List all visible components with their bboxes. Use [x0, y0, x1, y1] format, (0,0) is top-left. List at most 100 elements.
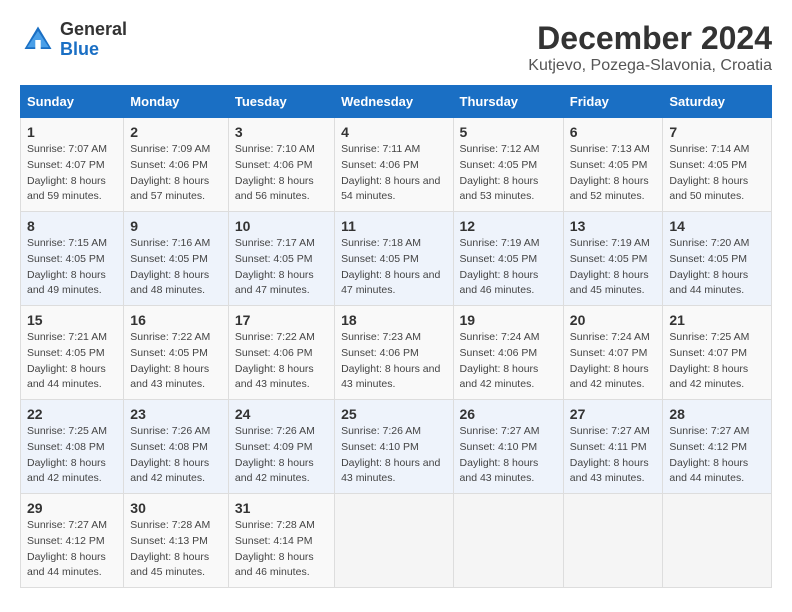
day-info: Sunrise: 7:12 AMSunset: 4:05 PMDaylight:… [460, 142, 557, 205]
calendar-cell: 1 Sunrise: 7:07 AMSunset: 4:07 PMDaylight… [21, 118, 124, 212]
day-info: Sunrise: 7:27 AMSunset: 4:12 PMDaylight:… [27, 518, 117, 581]
calendar-cell: 5 Sunrise: 7:12 AMSunset: 4:05 PMDaylight… [453, 118, 563, 212]
day-info: Sunrise: 7:07 AMSunset: 4:07 PMDaylight:… [27, 142, 117, 205]
column-header-tuesday: Tuesday [228, 86, 334, 118]
calendar-cell: 26 Sunrise: 7:27 AMSunset: 4:10 PMDayligh… [453, 400, 563, 494]
logo-blue-text: Blue [60, 39, 99, 59]
day-number: 31 [235, 500, 328, 516]
calendar-cell: 23 Sunrise: 7:26 AMSunset: 4:08 PMDayligh… [124, 400, 229, 494]
day-info: Sunrise: 7:24 AMSunset: 4:06 PMDaylight:… [460, 330, 557, 393]
day-info: Sunrise: 7:27 AMSunset: 4:11 PMDaylight:… [570, 424, 657, 487]
day-number: 10 [235, 218, 328, 234]
day-number: 23 [130, 406, 222, 422]
calendar-cell: 28Sunrise: 7:27 AMSunset: 4:12 PMDayligh… [663, 400, 772, 494]
day-info: Sunrise: 7:19 AMSunset: 4:05 PMDaylight:… [460, 236, 557, 299]
calendar-week-row: 22Sunrise: 7:25 AMSunset: 4:08 PMDayligh… [21, 400, 772, 494]
day-number: 8 [27, 218, 117, 234]
calendar-cell: 2 Sunrise: 7:09 AMSunset: 4:06 PMDaylight… [124, 118, 229, 212]
day-info: Sunrise: 7:10 AMSunset: 4:06 PMDaylight:… [235, 142, 328, 205]
column-header-wednesday: Wednesday [335, 86, 453, 118]
calendar-cell: 15Sunrise: 7:21 AMSunset: 4:05 PMDayligh… [21, 306, 124, 400]
column-header-thursday: Thursday [453, 86, 563, 118]
day-info: Sunrise: 7:11 AMSunset: 4:06 PMDaylight:… [341, 142, 446, 205]
day-info: Sunrise: 7:09 AMSunset: 4:06 PMDaylight:… [130, 142, 222, 205]
calendar-cell: 6Sunrise: 7:13 AMSunset: 4:05 PMDaylight… [563, 118, 663, 212]
calendar-cell: 30 Sunrise: 7:28 AMSunset: 4:13 PMDayligh… [124, 494, 229, 588]
day-info: Sunrise: 7:16 AMSunset: 4:05 PMDaylight:… [130, 236, 222, 299]
logo-icon [20, 22, 56, 58]
day-info: Sunrise: 7:20 AMSunset: 4:05 PMDaylight:… [669, 236, 765, 299]
calendar-cell [335, 494, 453, 588]
calendar-cell: 31 Sunrise: 7:28 AMSunset: 4:14 PMDayligh… [228, 494, 334, 588]
day-number: 18 [341, 312, 446, 328]
day-info: Sunrise: 7:27 AMSunset: 4:10 PMDaylight:… [460, 424, 557, 487]
day-number: 21 [669, 312, 765, 328]
calendar-cell: 14 Sunrise: 7:20 AMSunset: 4:05 PMDayligh… [663, 212, 772, 306]
calendar-cell: 25 Sunrise: 7:26 AMSunset: 4:10 PMDayligh… [335, 400, 453, 494]
location-subtitle: Kutjevo, Pozega-Slavonia, Croatia [528, 57, 772, 75]
day-info: Sunrise: 7:27 AMSunset: 4:12 PMDaylight:… [669, 424, 765, 487]
day-info: Sunrise: 7:25 AMSunset: 4:08 PMDaylight:… [27, 424, 117, 487]
day-number: 2 [130, 124, 222, 140]
calendar-cell: 3Sunrise: 7:10 AMSunset: 4:06 PMDaylight… [228, 118, 334, 212]
calendar-cell [563, 494, 663, 588]
day-number: 29 [27, 500, 117, 516]
day-number: 17 [235, 312, 328, 328]
calendar-cell: 21 Sunrise: 7:25 AMSunset: 4:07 PMDayligh… [663, 306, 772, 400]
day-number: 16 [130, 312, 222, 328]
month-title: December 2024 [528, 20, 772, 57]
column-header-friday: Friday [563, 86, 663, 118]
day-info: Sunrise: 7:28 AMSunset: 4:13 PMDaylight:… [130, 518, 222, 581]
day-number: 13 [570, 218, 657, 234]
day-info: Sunrise: 7:28 AMSunset: 4:14 PMDaylight:… [235, 518, 328, 581]
calendar-cell: 18 Sunrise: 7:23 AMSunset: 4:06 PMDayligh… [335, 306, 453, 400]
calendar-cell: 11Sunrise: 7:18 AMSunset: 4:05 PMDayligh… [335, 212, 453, 306]
day-number: 19 [460, 312, 557, 328]
day-info: Sunrise: 7:15 AMSunset: 4:05 PMDaylight:… [27, 236, 117, 299]
calendar-week-row: 15Sunrise: 7:21 AMSunset: 4:05 PMDayligh… [21, 306, 772, 400]
calendar-cell: 19 Sunrise: 7:24 AMSunset: 4:06 PMDayligh… [453, 306, 563, 400]
calendar-cell: 12 Sunrise: 7:19 AMSunset: 4:05 PMDayligh… [453, 212, 563, 306]
day-number: 1 [27, 124, 117, 140]
title-area: December 2024 Kutjevo, Pozega-Slavonia, … [528, 20, 772, 75]
day-number: 14 [669, 218, 765, 234]
day-info: Sunrise: 7:24 AMSunset: 4:07 PMDaylight:… [570, 330, 657, 393]
calendar-cell: 20 Sunrise: 7:24 AMSunset: 4:07 PMDayligh… [563, 306, 663, 400]
day-info: Sunrise: 7:14 AMSunset: 4:05 PMDaylight:… [669, 142, 765, 205]
column-header-saturday: Saturday [663, 86, 772, 118]
calendar-cell: 4 Sunrise: 7:11 AMSunset: 4:06 PMDaylight… [335, 118, 453, 212]
day-info: Sunrise: 7:17 AMSunset: 4:05 PMDaylight:… [235, 236, 328, 299]
day-info: Sunrise: 7:22 AMSunset: 4:05 PMDaylight:… [130, 330, 222, 393]
day-info: Sunrise: 7:23 AMSunset: 4:06 PMDaylight:… [341, 330, 446, 393]
day-number: 4 [341, 124, 446, 140]
column-header-monday: Monday [124, 86, 229, 118]
day-number: 27 [570, 406, 657, 422]
calendar-cell: 8 Sunrise: 7:15 AMSunset: 4:05 PMDaylight… [21, 212, 124, 306]
calendar-cell: 17Sunrise: 7:22 AMSunset: 4:06 PMDayligh… [228, 306, 334, 400]
calendar-table: SundayMondayTuesdayWednesdayThursdayFrid… [20, 85, 772, 588]
calendar-cell: 10 Sunrise: 7:17 AMSunset: 4:05 PMDayligh… [228, 212, 334, 306]
day-info: Sunrise: 7:21 AMSunset: 4:05 PMDaylight:… [27, 330, 117, 393]
day-info: Sunrise: 7:19 AMSunset: 4:05 PMDaylight:… [570, 236, 657, 299]
calendar-cell [663, 494, 772, 588]
day-number: 30 [130, 500, 222, 516]
day-number: 12 [460, 218, 557, 234]
calendar-cell: 16 Sunrise: 7:22 AMSunset: 4:05 PMDayligh… [124, 306, 229, 400]
logo-general-text: General [60, 19, 127, 39]
day-info: Sunrise: 7:26 AMSunset: 4:09 PMDaylight:… [235, 424, 328, 487]
day-info: Sunrise: 7:26 AMSunset: 4:08 PMDaylight:… [130, 424, 222, 487]
day-number: 26 [460, 406, 557, 422]
calendar-week-row: 1 Sunrise: 7:07 AMSunset: 4:07 PMDaylight… [21, 118, 772, 212]
day-number: 20 [570, 312, 657, 328]
day-number: 24 [235, 406, 328, 422]
logo: General Blue [20, 20, 127, 60]
calendar-cell: 29 Sunrise: 7:27 AMSunset: 4:12 PMDayligh… [21, 494, 124, 588]
page-header: General Blue December 2024 Kutjevo, Poze… [20, 20, 772, 75]
day-number: 5 [460, 124, 557, 140]
calendar-cell: 24 Sunrise: 7:26 AMSunset: 4:09 PMDayligh… [228, 400, 334, 494]
day-info: Sunrise: 7:26 AMSunset: 4:10 PMDaylight:… [341, 424, 446, 487]
day-number: 25 [341, 406, 446, 422]
day-info: Sunrise: 7:25 AMSunset: 4:07 PMDaylight:… [669, 330, 765, 393]
calendar-week-row: 29 Sunrise: 7:27 AMSunset: 4:12 PMDayligh… [21, 494, 772, 588]
calendar-cell: 22Sunrise: 7:25 AMSunset: 4:08 PMDayligh… [21, 400, 124, 494]
